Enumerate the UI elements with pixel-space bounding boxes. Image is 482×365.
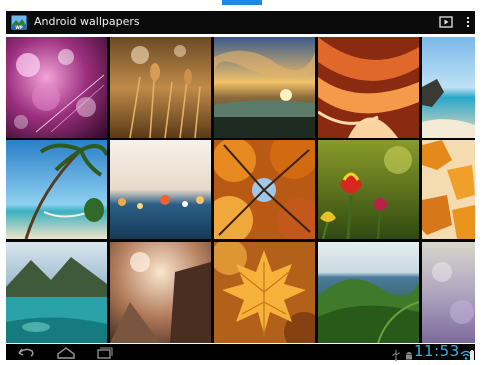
wallpaper-thumb-pink-bokeh[interactable] [6,37,107,138]
wallpaper-thumb-sandstone-canyon[interactable] [318,37,419,138]
wallpaper-app-icon[interactable]: WP [10,14,28,31]
top-accent-strip [222,0,262,5]
wallpaper-thumb-green-hills[interactable] [318,242,419,343]
slideshow-play-icon[interactable] [438,14,454,30]
wallpaper-thumb-sunset-lake[interactable] [214,37,315,138]
wallpaper-thumb-maple-leaf[interactable] [214,242,315,343]
wallpaper-thumb-mountain-lake[interactable] [6,242,107,343]
recent-apps-icon[interactable] [92,345,116,359]
wallpaper-thumb-vintage-street[interactable] [110,242,211,343]
overflow-menu-icon[interactable] [464,14,472,30]
wallpaper-grid [6,37,475,343]
wallpaper-thumb-autumn-trees[interactable] [214,140,315,239]
wallpaper-thumb-palm-hammock[interactable] [6,140,107,239]
system-nav-bar: 11:53 [6,342,475,361]
svg-text:WP: WP [15,25,22,30]
wallpaper-thumb-purple-bokeh[interactable] [422,242,475,343]
wallpaper-thumb-beach-rocks[interactable] [422,37,475,138]
back-icon[interactable] [14,345,38,359]
home-icon[interactable] [54,345,78,359]
screen: WP Android wallpapers 11:53 [0,0,482,361]
page-title: Android wallpapers [34,15,140,28]
wallpaper-thumb-tulips[interactable] [318,140,419,239]
wallpaper-thumb-blue-street-bokeh[interactable] [110,140,211,239]
action-bar: WP Android wallpapers [6,11,475,34]
wallpaper-thumb-golden-grass[interactable] [110,37,211,138]
wallpaper-thumb-orange-leaves[interactable] [422,140,475,239]
usb-icon [390,346,402,361]
battery-icon [469,346,475,360]
status-clock: 11:53 [414,342,460,360]
